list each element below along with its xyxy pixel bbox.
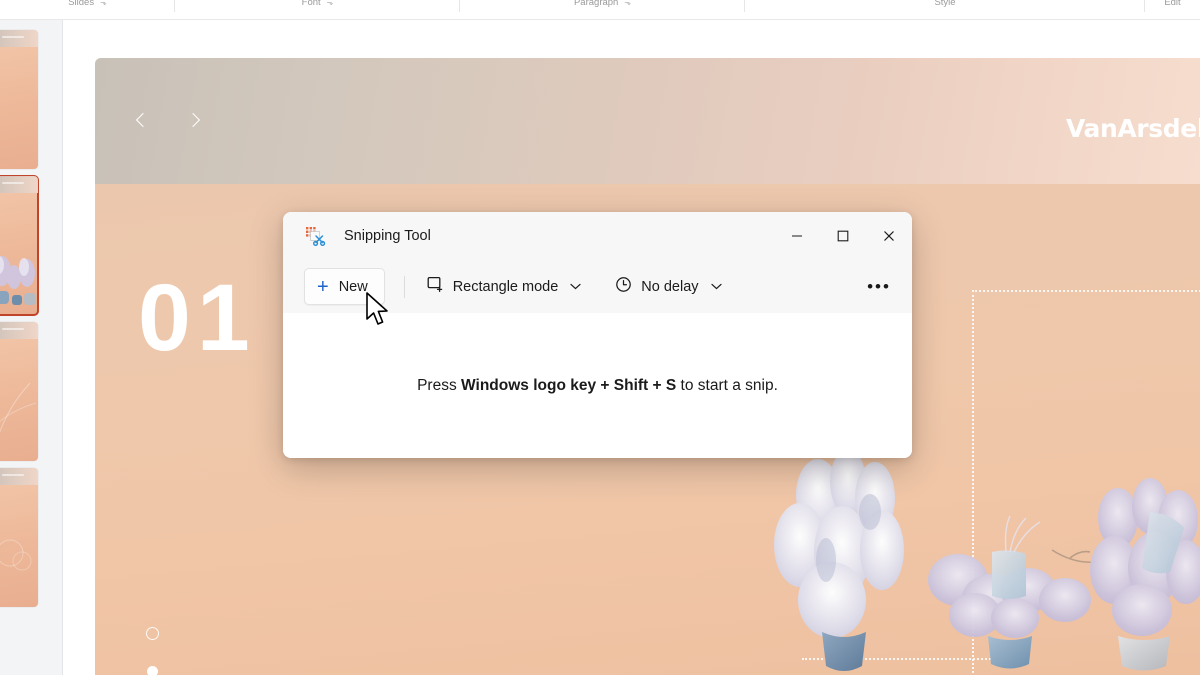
ribbon-group-editing[interactable]: Edit: [1145, 0, 1200, 12]
chevron-right-icon[interactable]: [187, 113, 201, 127]
brand-logo-text: VanArsdel: [1065, 114, 1200, 143]
ribbon-group-labels: Slides ⬎ Font ⬎ Paragraph ⬎ Style Edit: [0, 0, 1200, 12]
plus-icon: +: [317, 275, 329, 298]
thumbnail-plants-image: [0, 256, 36, 305]
snip-delay-dropdown[interactable]: No delay: [607, 270, 729, 304]
ribbon-group-slides-label: Slides: [68, 0, 95, 8]
thumbnail-title-line: [2, 36, 24, 38]
ribbon-group-style[interactable]: Style: [745, 0, 1145, 12]
thumbnail-decor: [0, 539, 32, 571]
thumbnail-title-line: [2, 182, 24, 184]
thumbnail-banner: [0, 176, 38, 193]
rectangle-snip-icon: [427, 276, 444, 297]
new-snip-label: New: [338, 278, 368, 295]
thumbnail-title-line: [2, 474, 24, 476]
chevron-down-icon: [710, 281, 722, 293]
slide-thumbnail-2[interactable]: [0, 175, 39, 316]
minimize-icon[interactable]: [774, 212, 820, 260]
dialog-launcher-icon[interactable]: ⬎: [327, 0, 334, 7]
progress-dot-filled[interactable]: [147, 666, 158, 675]
toolbar-divider: [403, 275, 405, 298]
slide-thumbnail-4[interactable]: [0, 468, 38, 607]
thumbnail-banner: [0, 468, 38, 485]
maximize-icon[interactable]: [820, 212, 866, 260]
hint-key-s: S: [665, 376, 677, 394]
hint-plus-2: +: [648, 376, 666, 394]
ribbon-bottom-border: [0, 19, 1200, 20]
hint-plus-1: +: [596, 376, 614, 394]
chevron-left-icon[interactable]: [135, 113, 149, 127]
thumbnail-title-line: [2, 328, 24, 330]
slide-nav-arrows[interactable]: [135, 113, 201, 127]
ribbon-group-editing-label: Edit: [1164, 0, 1181, 8]
slide-thumbnail-1[interactable]: [0, 30, 38, 169]
dialog-launcher-icon[interactable]: ⬎: [624, 0, 631, 7]
chevron-down-icon: [570, 281, 581, 293]
window-controls[interactable]: [774, 212, 912, 260]
mouse-cursor: [366, 292, 388, 325]
snipping-tool-icon: [304, 225, 326, 247]
panel-divider: [62, 20, 63, 675]
hint-prefix: Press: [417, 376, 462, 394]
ribbon-group-font-label: Font: [301, 0, 321, 8]
powerpoint-ribbon: Slides ⬎ Font ⬎ Paragraph ⬎ Style Edit: [0, 0, 1200, 20]
clock-icon: [615, 276, 632, 297]
dialog-launcher-icon[interactable]: ⬎: [100, 0, 107, 7]
ribbon-group-paragraph[interactable]: Paragraph ⬎: [460, 0, 745, 12]
hint-key-shift: Shift: [613, 376, 649, 394]
ribbon-group-font[interactable]: Font ⬎: [175, 0, 460, 12]
snipping-tool-title: Snipping Tool: [344, 228, 431, 244]
slide-banner: [95, 58, 1200, 184]
thumbnail-decor: [0, 382, 37, 433]
more-options-button[interactable]: •••: [862, 270, 896, 304]
hint-key-windows: Windows logo key: [461, 376, 597, 394]
plants-image: [774, 449, 1200, 671]
snip-hint-text: Press Windows logo key + Shift + S to st…: [417, 377, 778, 395]
snipping-tool-titlebar[interactable]: Snipping Tool: [283, 212, 912, 260]
screen-root: Slides ⬎ Font ⬎ Paragraph ⬎ Style Edit V…: [0, 0, 1200, 675]
hint-suffix: to start a snip.: [676, 376, 778, 394]
snip-delay-label: No delay: [641, 278, 699, 295]
snip-mode-dropdown[interactable]: Rectangle mode: [419, 270, 590, 304]
ribbon-group-style-label: Style: [934, 0, 956, 8]
brand-logo: VanArsdel: [1066, 114, 1200, 143]
close-icon[interactable]: [866, 212, 912, 260]
snip-mode-label: Rectangle mode: [452, 278, 559, 295]
snipping-tool-body: Press Windows logo key + Shift + S to st…: [283, 313, 912, 458]
progress-dot-hollow[interactable]: [146, 627, 159, 640]
slide-thumbnail-panel[interactable]: [0, 20, 63, 675]
thumbnail-banner: [0, 30, 38, 47]
snipping-tool-window[interactable]: Snipping Tool + New Rectangle mode No de…: [283, 212, 912, 458]
slide-number: 01: [138, 265, 256, 371]
thumbnail-banner: [0, 322, 38, 339]
slide-thumbnail-3[interactable]: [0, 322, 38, 461]
ribbon-group-slides[interactable]: Slides ⬎: [0, 0, 175, 12]
ribbon-group-paragraph-label: Paragraph: [573, 0, 619, 8]
